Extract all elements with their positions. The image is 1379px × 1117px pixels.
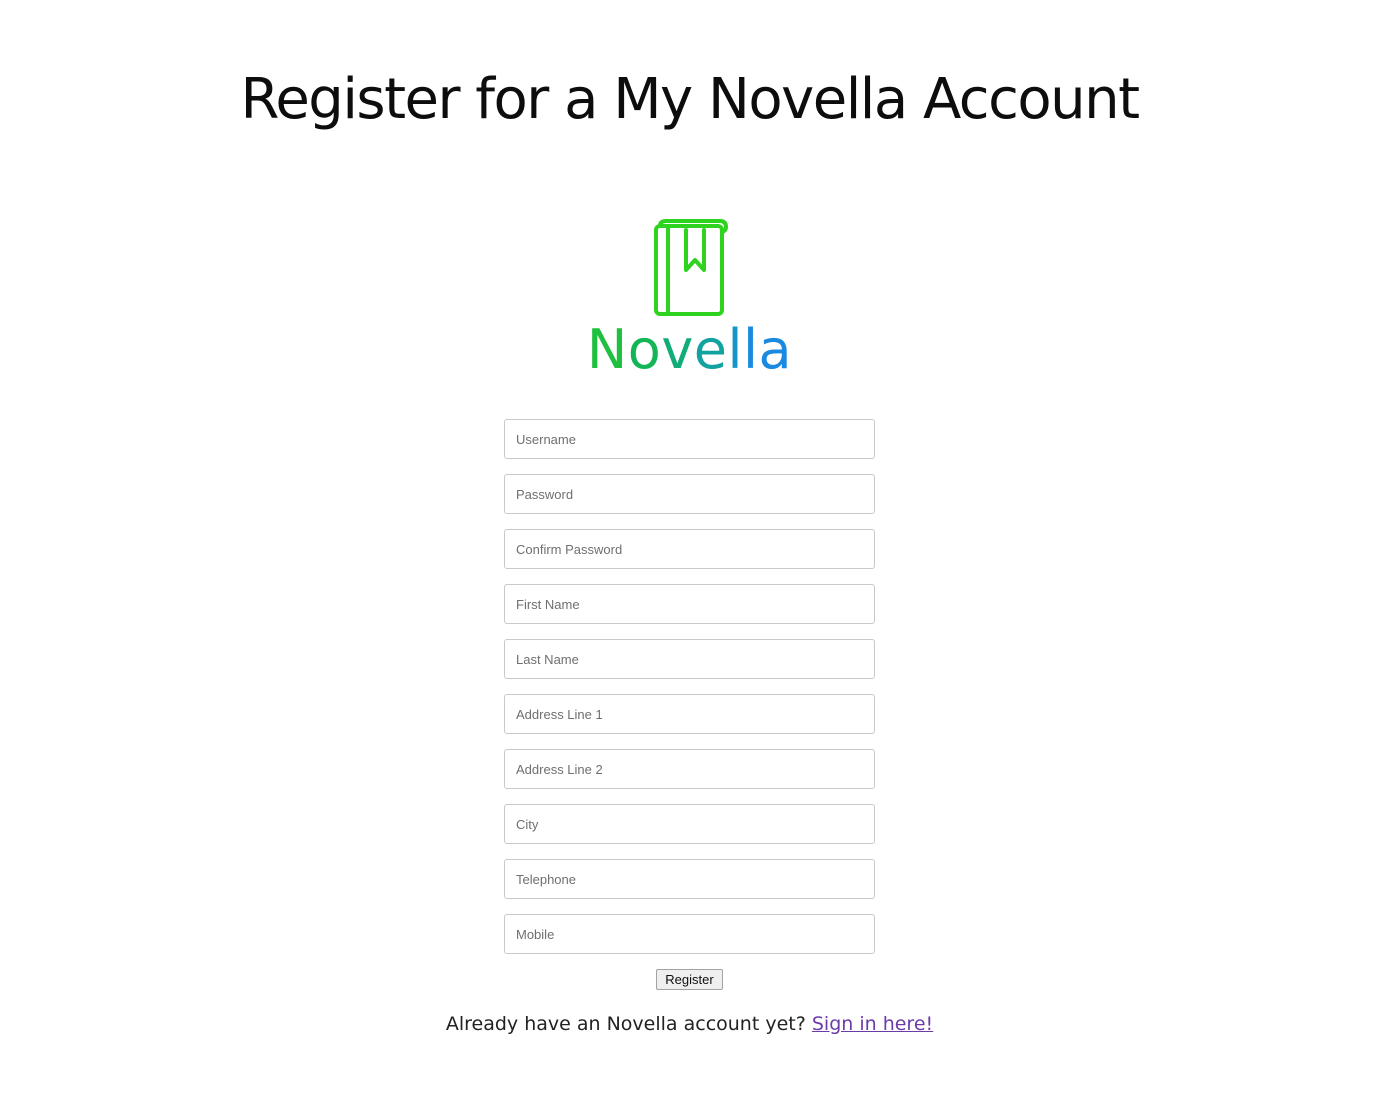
logo-letter: v [661, 318, 694, 381]
username-input[interactable] [504, 419, 875, 459]
novella-logo: Novella [0, 218, 1379, 380]
register-button[interactable]: Register [656, 969, 723, 990]
register-row: Register [0, 969, 1379, 990]
last-name-input[interactable] [504, 639, 875, 679]
confirm-password-input[interactable] [504, 529, 875, 569]
password-input[interactable] [504, 474, 875, 514]
first-name-input[interactable] [504, 584, 875, 624]
logo-letter: la [743, 318, 793, 381]
book-bookmark-icon [653, 219, 728, 316]
signin-prompt-text: Already have an Novella account yet? [445, 1013, 806, 1035]
page-title: Register for a My Novella Account [240, 67, 1140, 132]
address-line-2-input[interactable] [504, 749, 875, 789]
city-input[interactable] [504, 804, 875, 844]
sign-in-link[interactable]: Sign in here! [812, 1013, 933, 1035]
logo-letter: e [693, 318, 728, 381]
signin-prompt-line: Already have an Novella account yet? Sig… [0, 1010, 1379, 1038]
registration-form [504, 419, 875, 969]
address-line-1-input[interactable] [504, 694, 875, 734]
telephone-input[interactable] [504, 859, 875, 899]
logo-letter: l [727, 318, 744, 381]
logo-letter: N [586, 318, 628, 381]
logo-wordmark: Novella [0, 320, 1379, 380]
mobile-input[interactable] [504, 914, 875, 954]
logo-letter: o [627, 318, 662, 381]
